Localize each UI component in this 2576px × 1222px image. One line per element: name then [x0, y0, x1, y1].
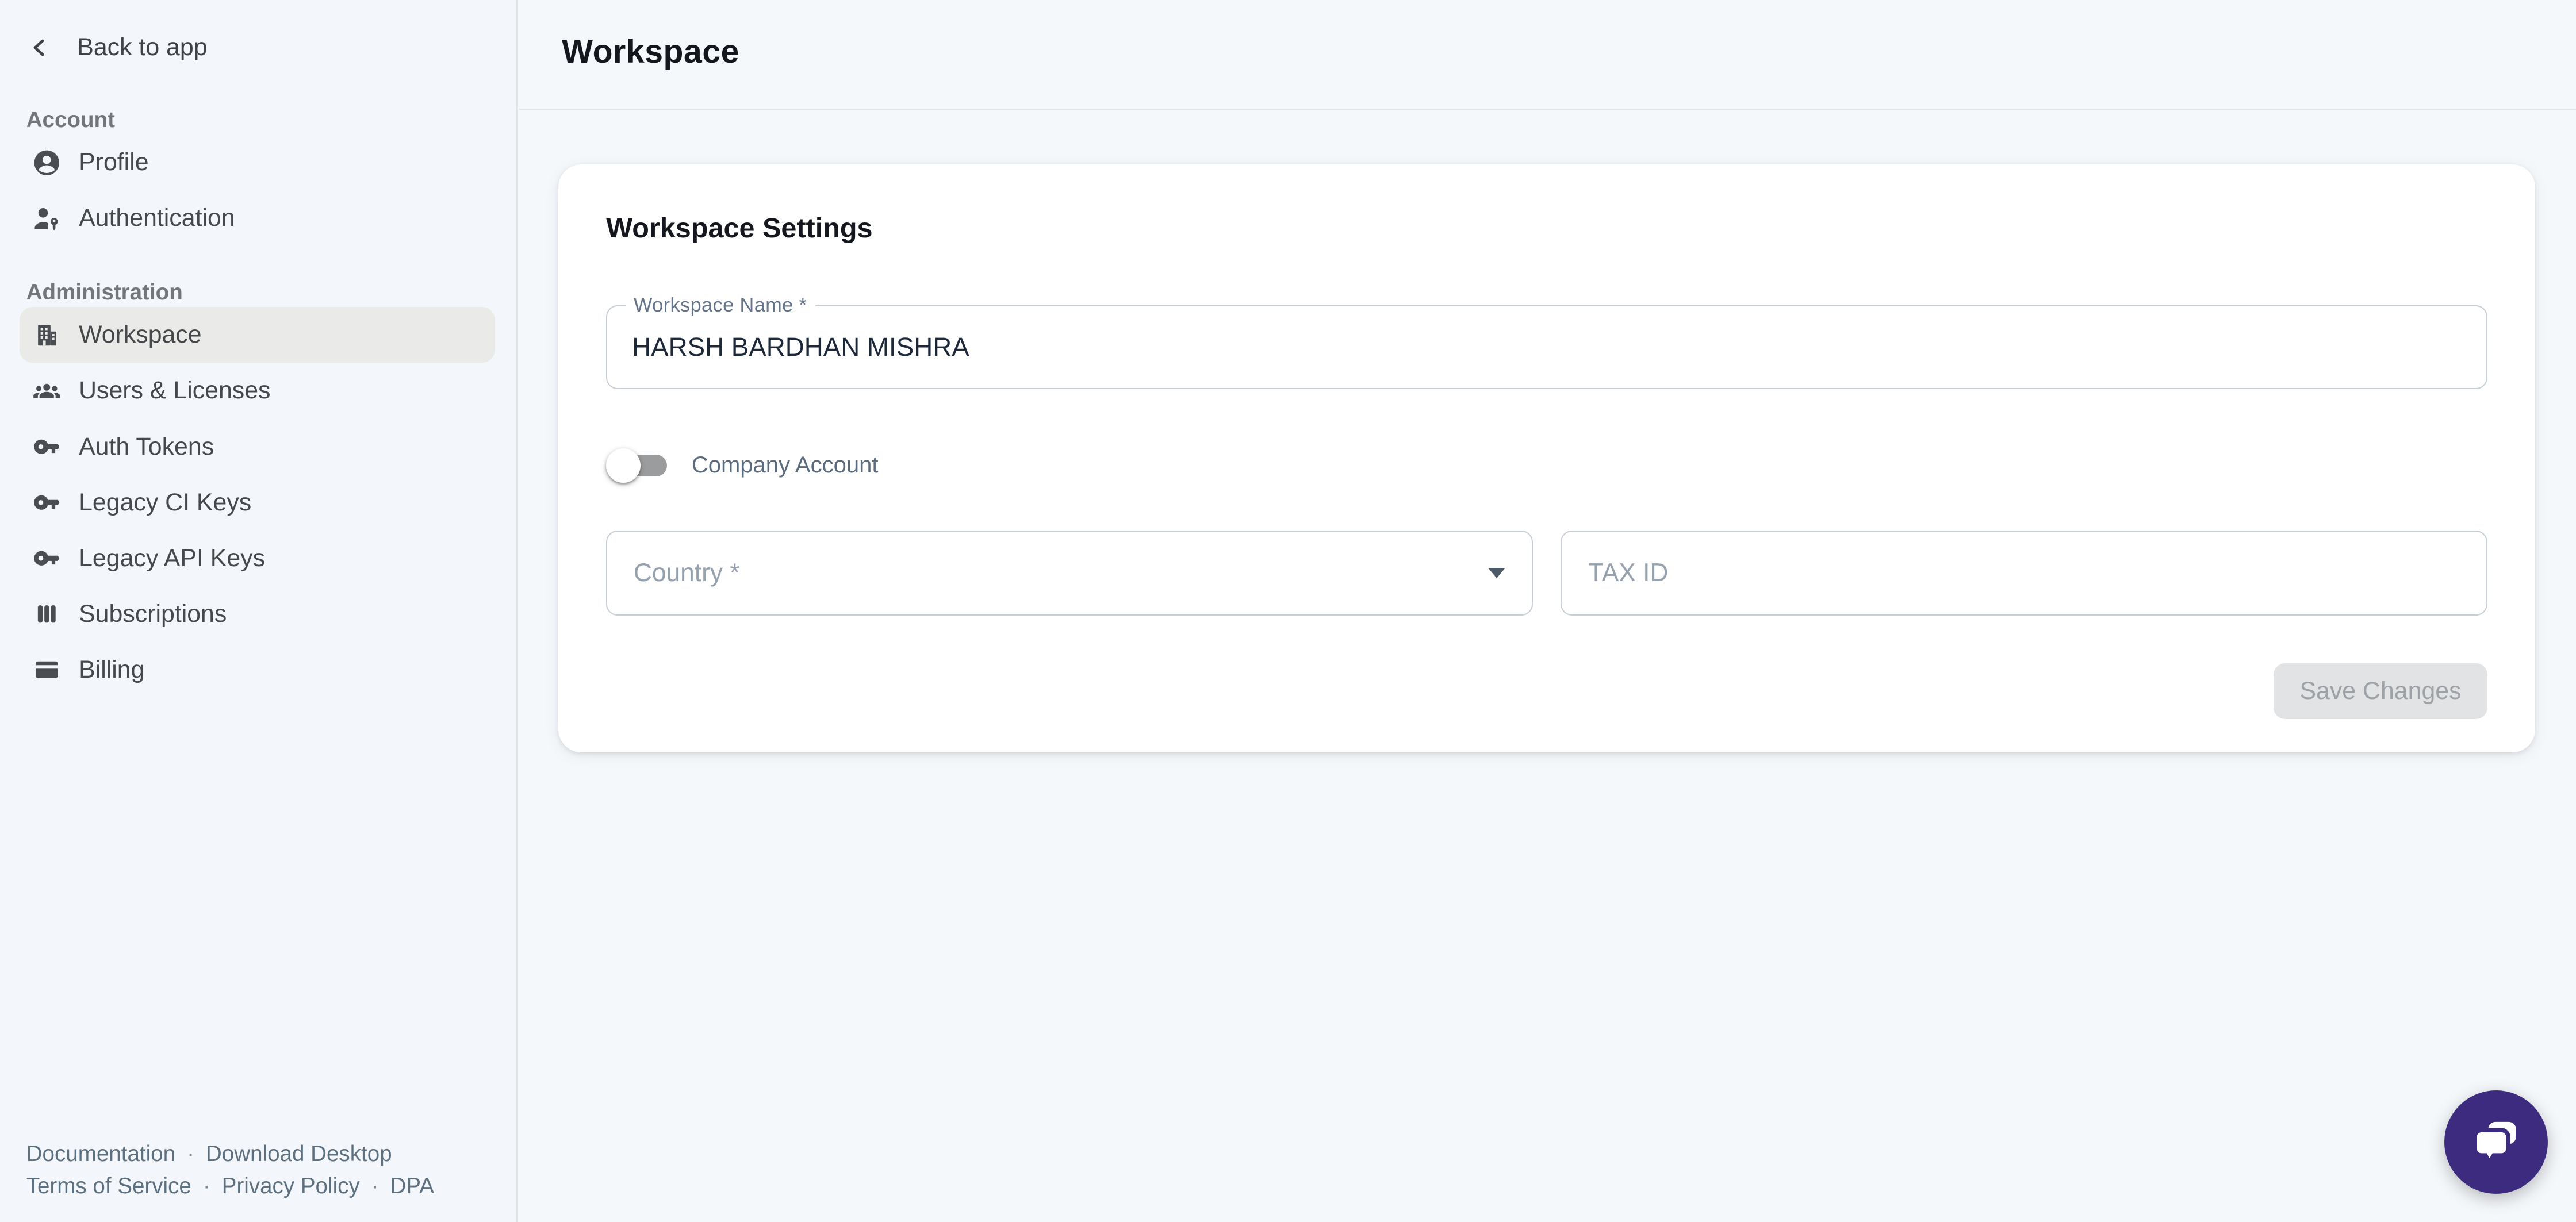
privacy-policy-link[interactable]: Privacy Policy	[222, 1174, 360, 1198]
sidebar-item-subscriptions[interactable]: Subscriptions	[20, 586, 495, 642]
sidebar-item-label: Users & Licenses	[79, 376, 270, 405]
chat-launcher-button[interactable]	[2444, 1090, 2548, 1194]
footer-separator: ·	[187, 1142, 194, 1166]
card-title: Workspace Settings	[606, 212, 872, 244]
sidebar-item-label: Profile	[79, 148, 148, 176]
credit-card-icon	[33, 656, 61, 684]
sidebar: Back to app Account Profile Authenticati…	[0, 0, 518, 1222]
sidebar-item-billing[interactable]: Billing	[20, 642, 495, 698]
sidebar-item-label: Legacy CI Keys	[79, 489, 251, 517]
chevron-left-icon	[28, 36, 51, 59]
toggle-thumb	[606, 448, 641, 483]
sidebar-item-label: Workspace	[79, 321, 202, 349]
tax-id-input[interactable]	[1562, 532, 2486, 615]
country-placeholder: Country *	[634, 559, 740, 587]
terms-of-service-link[interactable]: Terms of Service	[26, 1174, 191, 1198]
building-icon	[33, 321, 61, 349]
person-key-icon	[33, 205, 61, 233]
sidebar-item-authentication[interactable]: Authentication	[20, 190, 495, 246]
country-select[interactable]: Country *	[606, 531, 1532, 616]
sidebar-item-label: Legacy API Keys	[79, 544, 265, 572]
back-to-app-button[interactable]: Back to app	[28, 28, 516, 68]
section-title-administration: Administration	[26, 278, 516, 307]
company-account-row: Company Account	[606, 447, 878, 485]
sidebar-footer: Documentation · Download Desktop Terms of …	[26, 1138, 434, 1202]
footer-row-1: Documentation · Download Desktop	[26, 1138, 434, 1170]
sidebar-item-label: Subscriptions	[79, 600, 227, 628]
footer-separator: ·	[203, 1174, 210, 1198]
people-icon	[33, 377, 61, 405]
company-account-label: Company Account	[692, 452, 879, 478]
company-account-toggle[interactable]	[606, 448, 669, 484]
footer-separator: ·	[371, 1174, 379, 1198]
key-icon	[33, 544, 61, 572]
save-changes-button[interactable]: Save Changes	[2274, 663, 2487, 719]
section-title-account: Account	[26, 105, 516, 135]
sidebar-item-label: Authentication	[79, 204, 235, 232]
chat-bubbles-icon	[2468, 1115, 2524, 1170]
sidebar-item-legacy-api-keys[interactable]: Legacy API Keys	[20, 531, 495, 586]
download-desktop-link[interactable]: Download Desktop	[206, 1142, 392, 1166]
key-icon	[33, 433, 61, 461]
sidebar-item-auth-tokens[interactable]: Auth Tokens	[20, 419, 495, 475]
workspace-name-input[interactable]	[607, 306, 2486, 388]
sidebar-item-legacy-ci-keys[interactable]: Legacy CI Keys	[20, 475, 495, 531]
tax-id-field[interactable]	[1561, 531, 2487, 616]
sidebar-item-users-licenses[interactable]: Users & Licenses	[20, 363, 495, 418]
back-to-app-label: Back to app	[77, 33, 207, 62]
footer-row-2: Terms of Service · Privacy Policy · DPA	[26, 1170, 434, 1202]
documentation-link[interactable]: Documentation	[26, 1142, 175, 1166]
sidebar-item-label: Auth Tokens	[79, 433, 214, 461]
workspace-name-field[interactable]: Workspace Name *	[606, 305, 2487, 389]
page-header: Workspace	[519, 0, 2576, 110]
page-title: Workspace	[562, 33, 739, 71]
key-icon	[33, 489, 61, 517]
dpa-link[interactable]: DPA	[390, 1174, 434, 1198]
bars-icon	[33, 600, 61, 628]
workspace-name-label: Workspace Name *	[626, 294, 815, 317]
workspace-settings-card: Workspace Settings Workspace Name * Comp…	[558, 164, 2535, 752]
person-circle-icon	[33, 149, 61, 177]
sidebar-item-profile[interactable]: Profile	[20, 135, 495, 190]
dropdown-arrow-icon	[1488, 568, 1505, 578]
country-tax-row: Country *	[606, 531, 2487, 616]
sidebar-item-label: Billing	[79, 656, 144, 684]
sidebar-item-workspace[interactable]: Workspace	[20, 307, 495, 363]
